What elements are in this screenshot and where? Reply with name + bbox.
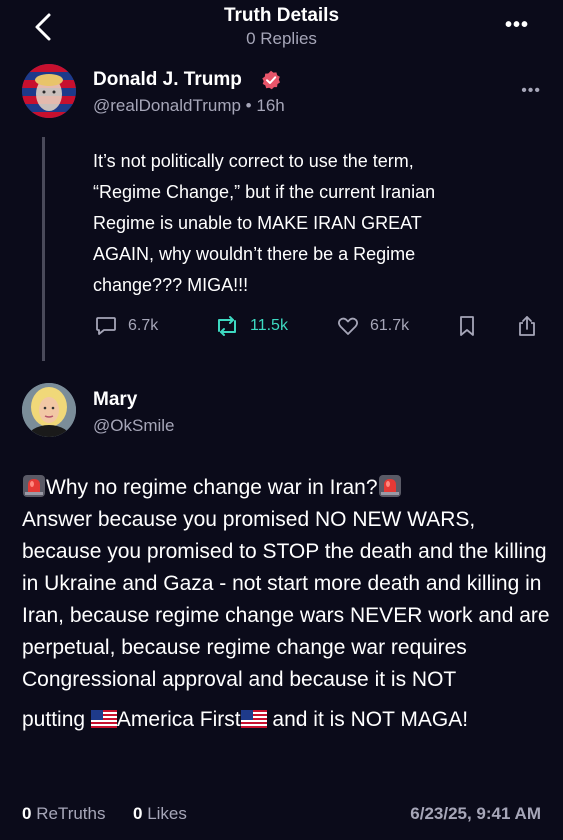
reply-tail-b: America First: [116, 708, 241, 731]
likes-stat[interactable]: 0 Likes: [133, 804, 187, 824]
share-button[interactable]: [516, 312, 548, 340]
us-flag-icon: [90, 710, 117, 728]
reply-body: Answer because you promised NO NEW WARS,…: [22, 508, 550, 691]
heart-icon: [337, 317, 359, 335]
like-button[interactable]: 61.7k: [336, 312, 409, 340]
siren-icon: [23, 475, 45, 497]
more-options-icon[interactable]: •••: [505, 14, 529, 37]
avatar[interactable]: [22, 64, 76, 118]
top-bar: Truth Details 0 Replies •••: [0, 0, 563, 56]
author-name[interactable]: Donald J. Trump: [93, 69, 242, 91]
post-text: It’s not politically correct to use the …: [93, 151, 436, 295]
page-title: Truth Details: [223, 5, 340, 26]
reply-tail-c: and it is NOT MAGA!: [266, 708, 469, 731]
us-flag-icon: [240, 710, 267, 728]
bookmark-icon: [460, 316, 474, 336]
thread-line: [42, 137, 45, 361]
retruth-icon: [218, 316, 236, 336]
share-icon: [519, 316, 535, 336]
reply-count: 6.7k: [128, 317, 159, 334]
retruths-stat[interactable]: 0 ReTruths: [22, 804, 105, 824]
likes-count: 0: [133, 804, 143, 823]
verified-badge-icon: [262, 70, 280, 90]
bookmark-button[interactable]: [458, 312, 486, 340]
replies-count: 0 Replies: [246, 29, 317, 48]
reply-author-handle[interactable]: @OkSmile: [93, 416, 175, 436]
post-timestamp: 6/23/25, 9:41 AM: [410, 804, 541, 823]
reply-avatar[interactable]: [22, 383, 76, 437]
retruths-count: 0: [22, 804, 32, 823]
retruths-label: ReTruths: [36, 804, 106, 823]
reply-author-name[interactable]: Mary: [93, 389, 137, 411]
retruth-button[interactable]: 11.5k: [214, 312, 288, 340]
reply-icon: [96, 317, 116, 335]
reply-text: Why no regime change war in Iran? Answer…: [22, 472, 552, 736]
post-options-icon[interactable]: •••: [521, 82, 541, 100]
retruth-count: 11.5k: [250, 317, 288, 334]
reply-heading: Why no regime change war in Iran?: [46, 476, 378, 499]
reply-tail-a: putting: [22, 708, 91, 731]
siren-icon: [378, 475, 401, 497]
like-count: 61.7k: [370, 317, 410, 334]
reply-button[interactable]: 6.7k: [94, 312, 158, 340]
likes-label: Likes: [147, 804, 187, 823]
author-handle[interactable]: @realDonaldTrump • 16h: [93, 96, 285, 116]
